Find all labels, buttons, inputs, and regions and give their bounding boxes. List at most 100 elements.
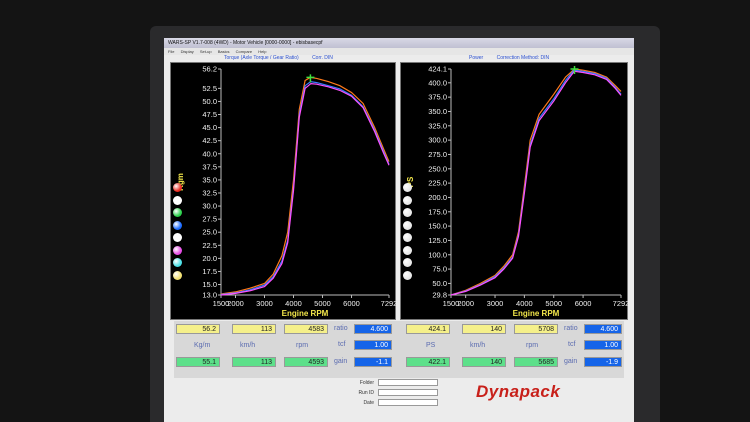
run-select-button[interactable] xyxy=(173,195,182,205)
left-tcf-input[interactable]: 1.00 xyxy=(354,340,392,350)
folder-label: Folder xyxy=(359,380,374,386)
run-select-button[interactable] xyxy=(403,208,412,217)
right-gain-input[interactable]: -1.9 xyxy=(584,357,622,367)
torque-chart: 56.2 52.5 50.0 47.5 45.0 42.5 40.0 37.5 35.0 32.5… xyxy=(176,65,397,319)
y-tick-label: 250.0 xyxy=(428,164,447,173)
y-tick-label: 52.5 xyxy=(202,84,217,93)
run-select-button[interactable] xyxy=(173,208,182,217)
y-tick-label: 40.0 xyxy=(202,149,217,158)
folder-field[interactable] xyxy=(378,379,438,386)
right-ratio-input[interactable]: 4.600 xyxy=(584,324,622,334)
x-tick-label: 5000 xyxy=(545,299,562,308)
y-tick-label: 175.0 xyxy=(428,207,447,216)
menu-help[interactable]: Help xyxy=(258,49,266,54)
right-unit-power: PS xyxy=(426,342,436,349)
run-select-button[interactable] xyxy=(403,220,412,230)
left-ratio-input[interactable]: 4.600 xyxy=(354,324,392,334)
x-tick-label: 6000 xyxy=(575,299,592,308)
menu-bar: File Display Set-up Basics Compare Help xyxy=(164,48,634,55)
left-chart-header: Torque (Axle Torque / Gear Ratio) Corr. … xyxy=(224,55,333,62)
left-chart-unit: Corr. DIN xyxy=(312,55,333,61)
window-title: WARS-SP V1.7-008 (4WD) - Motor Vehicle [… xyxy=(164,38,634,48)
run-select-button[interactable] xyxy=(173,233,182,242)
torque-chart-panel: 56.2 52.5 50.0 47.5 45.0 42.5 40.0 37.5 35.0 32.5… xyxy=(170,62,397,320)
right-chart-unit: Correction Method: DIN xyxy=(496,55,550,61)
menu-compare[interactable]: Compare xyxy=(236,49,252,54)
x-tick-label: 4000 xyxy=(516,299,533,308)
y-tick-label: 56.2 xyxy=(202,65,217,74)
left-unit-torque: Kg/m xyxy=(194,342,211,349)
run-select-button[interactable] xyxy=(403,233,412,242)
y-tick-label: 275.0 xyxy=(428,150,447,159)
run-select-button[interactable] xyxy=(403,183,412,192)
run-select-button[interactable] xyxy=(403,245,412,255)
x-tick-label: 2000 xyxy=(457,299,474,308)
y-tick-label: 150.0 xyxy=(428,222,447,231)
y-tick-label: 22.5 xyxy=(202,241,217,250)
y-tick-label: 125.0 xyxy=(428,236,447,245)
right-peak-rpm: 5708 xyxy=(514,324,558,334)
right-tcf-label: tcf xyxy=(568,341,576,348)
run-id-field[interactable] xyxy=(378,389,438,396)
menu-setup[interactable]: Set-up xyxy=(200,49,212,54)
left-gain-label: gain xyxy=(334,358,348,365)
run-select-button[interactable] xyxy=(173,220,182,230)
series-line-0 xyxy=(450,68,622,296)
left-unit-speed: km/h xyxy=(240,342,256,349)
left-peak-torque: 56.2 xyxy=(176,324,220,334)
y-tick-label: 30.0 xyxy=(202,202,217,211)
series-line-2 xyxy=(450,70,622,296)
readout-panel: 56.2 113 4583 Kg/m km/h rpm 55.1 113 459… xyxy=(174,321,624,378)
right-ratio-label: ratio xyxy=(564,325,578,332)
run-select-button[interactable] xyxy=(403,258,412,267)
date-field[interactable] xyxy=(378,399,438,406)
y-tick-label: 35.0 xyxy=(202,175,217,184)
y-tick-label: 75.0 xyxy=(432,265,447,274)
y-tick-label: 37.5 xyxy=(202,162,217,171)
left-compare-torque: 55.1 xyxy=(176,357,220,367)
run-select-button[interactable] xyxy=(173,183,182,192)
y-tick-label: 50.0 xyxy=(202,97,217,106)
power-chart-panel: 424.1 400.0 375.0 350.0 325.0 300.0 275.0 250.0… xyxy=(400,62,629,320)
y-tick-label: 375.0 xyxy=(428,93,447,102)
y-tick-label: 350.0 xyxy=(428,107,447,116)
menu-file[interactable]: File xyxy=(168,49,174,54)
x-tick-label: 7292 xyxy=(381,299,397,308)
left-peak-rpm: 4583 xyxy=(284,324,328,334)
y-tick-label: 300.0 xyxy=(428,136,447,145)
x-axis-label: Engine RPM xyxy=(513,309,560,318)
left-tcf-label: tcf xyxy=(338,341,346,348)
series-line-1 xyxy=(220,80,390,296)
y-tick-label: 325.0 xyxy=(428,121,447,130)
y-tick-label: 200.0 xyxy=(428,193,447,202)
dynapack-logo: Dynapack xyxy=(476,382,561,401)
menu-basics[interactable]: Basics xyxy=(218,49,230,54)
app-window: WARS-SP V1.7-008 (4WD) - Motor Vehicle [… xyxy=(164,38,634,422)
left-unit-rpm: rpm xyxy=(296,342,309,349)
left-peak-speed: 113 xyxy=(232,324,276,334)
menu-display[interactable]: Display xyxy=(181,49,194,54)
y-tick-label: 20.0 xyxy=(202,254,217,263)
right-compare-power: 422.1 xyxy=(406,357,450,367)
x-tick-label: 3000 xyxy=(487,299,504,308)
date-label: Date xyxy=(363,400,374,406)
y-tick-label: 27.5 xyxy=(202,215,217,224)
left-gain-input[interactable]: -1.1 xyxy=(354,357,392,367)
right-chart-title: Power xyxy=(469,55,484,61)
run-select-button[interactable] xyxy=(173,270,182,280)
y-tick-label: 225.0 xyxy=(428,179,447,188)
y-tick-label: 100.0 xyxy=(428,250,447,259)
right-gain-label: gain xyxy=(564,358,578,365)
run-select-button[interactable] xyxy=(403,270,412,280)
x-tick-label: 2000 xyxy=(227,299,244,308)
y-tick-label: 45.0 xyxy=(202,123,217,132)
right-tcf-input[interactable]: 1.00 xyxy=(584,340,622,350)
y-tick-label: 50.0 xyxy=(432,279,447,288)
right-peak-speed: 140 xyxy=(462,324,506,334)
run-select-button[interactable] xyxy=(173,245,182,255)
run-select-button[interactable] xyxy=(173,258,182,267)
run-select-button[interactable] xyxy=(403,195,412,205)
left-compare-rpm: 4593 xyxy=(284,357,328,367)
right-compare-speed: 140 xyxy=(462,357,506,367)
left-ratio-label: ratio xyxy=(334,325,348,332)
